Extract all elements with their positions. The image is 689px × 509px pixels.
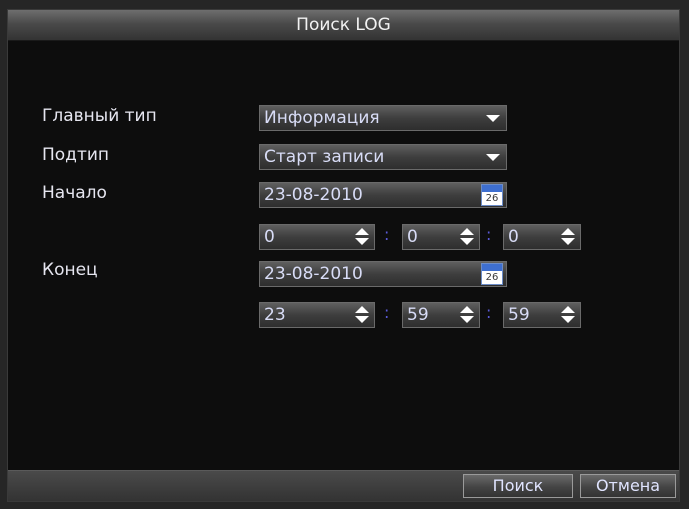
start-label: Начало	[42, 183, 107, 203]
calendar-day: 26	[485, 193, 499, 204]
start-second-value: 0	[508, 227, 519, 247]
log-search-dialog: Поиск LOG Главный тип Информация Подтип …	[7, 9, 680, 502]
calendar-icon[interactable]: 26	[481, 184, 503, 206]
calendar-day: 26	[485, 272, 499, 283]
cancel-button[interactable]: Отмена	[580, 474, 676, 498]
time-separator: :	[486, 303, 492, 322]
start-second-spinner[interactable]: 0	[503, 224, 581, 250]
end-second-value: 59	[508, 305, 530, 325]
end-minute-spinner[interactable]: 59	[402, 302, 480, 328]
end-second-spinner[interactable]: 59	[503, 302, 581, 328]
main-type-label: Главный тип	[42, 106, 157, 126]
end-minute-value: 59	[407, 305, 429, 325]
end-label: Конец	[42, 260, 98, 280]
time-separator: :	[384, 303, 390, 322]
spinner-arrows-icon[interactable]	[353, 228, 371, 246]
main-type-value: Информация	[264, 108, 380, 128]
start-date-field[interactable]: 23-08-2010 26	[259, 182, 507, 208]
spinner-arrows-icon[interactable]	[559, 228, 577, 246]
sub-type-label: Подтип	[42, 145, 110, 165]
start-minute-spinner[interactable]: 0	[402, 224, 480, 250]
dialog-footer: Поиск Отмена	[8, 470, 679, 501]
end-date-field[interactable]: 23-08-2010 26	[259, 261, 507, 287]
chevron-down-icon[interactable]	[480, 106, 506, 130]
sub-type-dropdown[interactable]: Старт записи	[259, 144, 507, 170]
sub-type-value: Старт записи	[264, 147, 385, 167]
dialog-title: Поиск LOG	[8, 10, 679, 41]
spinner-arrows-icon[interactable]	[559, 306, 577, 324]
main-type-dropdown[interactable]: Информация	[259, 105, 507, 131]
end-hour-value: 23	[264, 305, 286, 325]
start-hour-value: 0	[264, 227, 275, 247]
spinner-arrows-icon[interactable]	[458, 228, 476, 246]
spinner-arrows-icon[interactable]	[353, 306, 371, 324]
end-date-value: 23-08-2010	[264, 264, 363, 284]
start-minute-value: 0	[407, 227, 418, 247]
calendar-icon[interactable]: 26	[481, 263, 503, 285]
time-separator: :	[384, 225, 390, 244]
start-date-value: 23-08-2010	[264, 185, 363, 205]
time-separator: :	[486, 225, 492, 244]
search-button[interactable]: Поиск	[463, 474, 573, 498]
chevron-down-icon[interactable]	[480, 145, 506, 169]
end-hour-spinner[interactable]: 23	[259, 302, 375, 328]
start-hour-spinner[interactable]: 0	[259, 224, 375, 250]
spinner-arrows-icon[interactable]	[458, 306, 476, 324]
